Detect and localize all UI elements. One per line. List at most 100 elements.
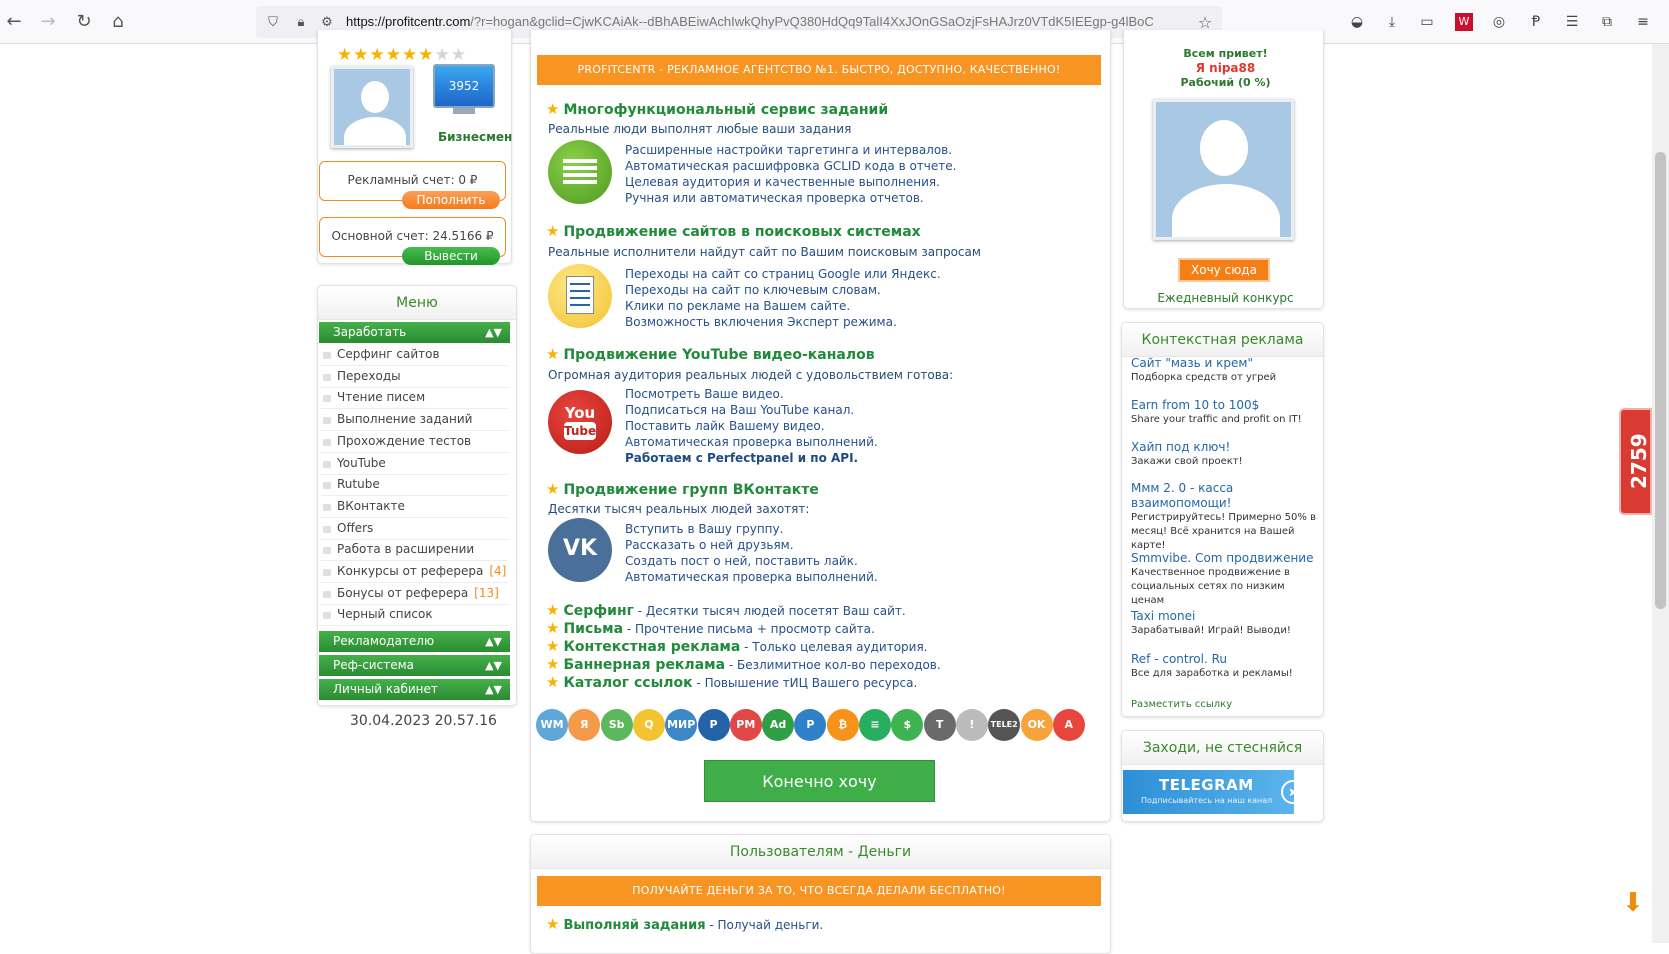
context-ad-title[interactable]: Earn from 10 to 100$ <box>1131 398 1321 413</box>
back-icon[interactable]: ← <box>2 10 26 34</box>
context-ad-title[interactable]: Ref - control. Ru <box>1131 652 1321 667</box>
menu-item[interactable]: Прохождение тестов <box>321 431 508 453</box>
section-line: Целевая аудитория и качественные выполне… <box>625 175 940 189</box>
context-ad[interactable]: Ref - control. Ru Все для заработка и рек… <box>1131 652 1321 681</box>
feature-item[interactable]: ★ Контекстная реклама - Только целевая ау… <box>546 638 941 656</box>
context-ad-title[interactable]: Ммм 2. 0 - касса взаимопомощи! <box>1131 481 1321 511</box>
forward-icon[interactable]: → <box>36 10 60 34</box>
menu-item[interactable]: YouTube <box>321 453 508 475</box>
context-ad[interactable]: Хайп под ключ! Закажи свой проект! <box>1131 440 1321 469</box>
contest-avatar[interactable] <box>1153 99 1294 240</box>
side-counter-tab[interactable]: 2759 <box>1619 408 1652 515</box>
section-seo-title[interactable]: ★ Продвижение сайтов в поисковых системах <box>546 222 921 240</box>
menu-title: Меню <box>318 286 516 320</box>
menu-item[interactable]: Черный список <box>321 604 508 627</box>
vk-icon: VK <box>548 518 612 582</box>
star-icon: ★ <box>546 637 560 655</box>
star-icon: ★ <box>546 655 560 673</box>
user-role: Рабочий (0 %) <box>1180 76 1271 89</box>
section-tasks-title[interactable]: ★ Многофункциональный сервис заданий <box>546 100 888 118</box>
menu-item[interactable]: Работа в расширении <box>321 539 508 562</box>
topup-button[interactable]: Пополнить <box>402 191 500 209</box>
context-ad-title[interactable]: Smmvibe. Com продвижение <box>1131 551 1321 566</box>
menu-ref-header[interactable]: Реф-система ▲▼ <box>319 655 510 676</box>
section-line: Автоматическая расшифровка GCLID кода в … <box>625 159 957 173</box>
section-tasks-lines: Расширенные настройки таргетинга и интер… <box>625 142 956 206</box>
section-tasks-subtitle: Реальные люди выполнят любые ваши задани… <box>548 122 852 136</box>
screenshot-icon[interactable]: ▭ <box>1418 13 1436 31</box>
come-in-title: Заходи, не стесняйся <box>1122 731 1323 765</box>
daily-contest-link[interactable]: Ежедневный конкурс <box>1123 291 1328 305</box>
withdraw-button[interactable]: Вывести <box>402 247 500 265</box>
shield-icon[interactable]: ⛉ <box>264 14 282 32</box>
section-line: Вступить в Вашу группу. <box>625 522 784 536</box>
telegram-banner[interactable]: TELEGRAM Подписывайтесь на наш канал ➤ <box>1123 770 1305 814</box>
download-icon[interactable]: ⤓ <box>1383 13 1401 31</box>
context-ad-title[interactable]: Сайт "мазь и крем" <box>1131 356 1321 371</box>
menu-item[interactable]: Переходы <box>321 366 508 388</box>
context-ad[interactable]: Smmvibe. Com продвижение Качественное про… <box>1131 551 1321 608</box>
menu-item[interactable]: Выполнение заданий <box>321 409 508 432</box>
extension-vpn-icon[interactable]: ◎ <box>1490 13 1508 31</box>
menu-item[interactable]: Конкурсы от реферера [4] <box>321 561 508 583</box>
avatar[interactable] <box>331 66 413 148</box>
want-here-button[interactable]: Хочу сюда <box>1178 258 1270 282</box>
feature-item[interactable]: ★ Каталог ссылок - Повышение тИЦ Вашего р… <box>546 674 941 692</box>
context-ad-title[interactable]: Хайп под ключ! <box>1131 440 1321 455</box>
users-first-line[interactable]: ★ Выполняй задания - Получай деньги. <box>546 916 823 934</box>
context-ad[interactable]: Сайт "мазь и крем" Подборка средств от уг… <box>1131 356 1321 385</box>
pocket-icon[interactable]: ◒ <box>1348 13 1366 31</box>
extension-p-icon[interactable]: Ᵽ <box>1527 13 1545 31</box>
context-ads-title: Контекстная реклама <box>1122 323 1323 357</box>
menu-item[interactable]: Offers <box>321 518 508 540</box>
monitor-icon: 3952 <box>433 64 495 116</box>
top-banner: PROFITCENTR - РЕКЛАМНОЕ АГЕНТСТВО №1. БЫ… <box>537 55 1101 85</box>
menu-item[interactable]: ВКонтакте <box>321 496 508 518</box>
place-link[interactable]: Разместить ссылку <box>1131 698 1321 712</box>
payment-method-icon: ! <box>955 709 988 741</box>
main-account-label: Основной счет: 24.5166 ₽ <box>331 229 494 243</box>
main-account: Основной счет: 24.5166 ₽ Вывести <box>319 217 506 265</box>
url-text: https://profitcentr.com/?r=hogan&gclid=C… <box>346 14 1154 29</box>
context-ad[interactable]: Ммм 2. 0 - касса взаимопомощи! Регистриру… <box>1131 481 1321 553</box>
menu-earn-header[interactable]: Заработать ▲▼ <box>319 322 510 343</box>
menu-item[interactable]: Чтение писем <box>321 387 508 410</box>
lock-icon[interactable]: 🔒︎ <box>292 14 310 32</box>
menu-hamburger-icon[interactable]: ≡ <box>1634 13 1652 31</box>
want-button[interactable]: Конечно хочу <box>704 760 935 802</box>
feature-item[interactable]: ★ Серфинг - Десятки тысяч людей посетят В… <box>546 602 941 620</box>
section-vk-title[interactable]: ★ Продвижение групп ВКонтакте <box>546 480 819 498</box>
payment-method-icon: WM <box>536 709 568 741</box>
context-ad[interactable]: Earn from 10 to 100$ Share your traffic a… <box>1131 398 1321 427</box>
home-icon[interactable]: ⌂ <box>106 10 130 34</box>
users-banner: ПОЛУЧАЙТЕ ДЕНЬГИ ЗА ТО, ЧТО ВСЕГДА ДЕЛАЛ… <box>537 876 1101 906</box>
menu-advertiser-header[interactable]: Рекламодателю ▲▼ <box>319 631 510 652</box>
context-ad-title[interactable]: Taxi monei <box>1131 609 1321 624</box>
user-status: Бизнесмен <box>438 130 513 144</box>
section-line: Ручная или автоматическая проверка отчет… <box>625 191 924 205</box>
section-youtube-subtitle: Огромная аудитория реальных людей с удов… <box>548 368 954 382</box>
menu-cabinet-header[interactable]: Личный кабинет ▲▼ <box>319 679 510 700</box>
context-ad[interactable]: Taxi monei Зарабатывай! Играй! Выводи! <box>1131 609 1321 638</box>
menu-item[interactable]: Rutube <box>321 474 508 497</box>
collapse-arrows-icon: ▲▼ <box>485 683 502 696</box>
youtube-icon: You Tube <box>548 390 612 454</box>
scroll-down-arrow-icon[interactable]: ⬇ <box>1622 888 1644 918</box>
star-icon: ★ <box>546 673 560 691</box>
extensions-puzzle-icon[interactable]: ⧉ <box>1598 13 1616 31</box>
payment-method-icon: PM <box>729 709 762 741</box>
feature-item[interactable]: ★ Письма - Прочтение письма + просмотр са… <box>546 620 941 638</box>
section-youtube-title[interactable]: ★ Продвижение YouTube видео-каналов <box>546 345 875 363</box>
payment-method-icon: ₿ <box>826 709 859 741</box>
scrollbar[interactable] <box>1652 44 1669 943</box>
collapse-arrows-icon: ▲▼ <box>485 326 502 339</box>
feature-item[interactable]: ★ Баннерная реклама - Безлимитное кол-во … <box>546 656 941 674</box>
menu-item[interactable]: Серфинг сайтов <box>321 344 508 366</box>
extension-list-icon[interactable]: ☰ <box>1563 13 1581 31</box>
rating-stars: ★★★★★★★★ <box>337 45 467 65</box>
section-line: Посмотреть Ваше видео. <box>625 387 784 401</box>
extension-w-icon[interactable]: W <box>1455 13 1473 31</box>
menu-item[interactable]: Бонусы от реферера [13] <box>321 583 508 605</box>
greeting: Всем привет! <box>1183 47 1268 60</box>
reload-icon[interactable]: ↻ <box>72 10 96 34</box>
